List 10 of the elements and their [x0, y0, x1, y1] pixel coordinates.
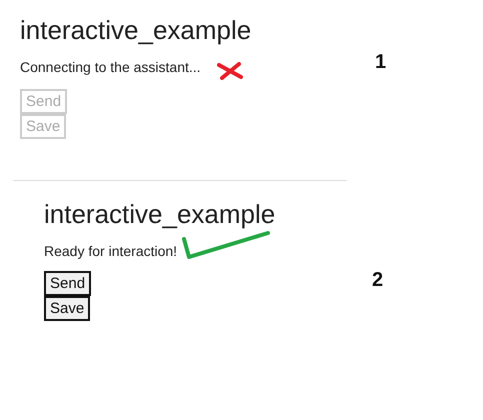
- status-text: Ready for interaction!: [44, 243, 178, 259]
- step-number: 2: [372, 269, 384, 293]
- check-icon: [181, 229, 272, 261]
- cross-icon: [216, 62, 243, 80]
- step-number: 1: [375, 51, 386, 75]
- page-title: interactive_example: [20, 15, 252, 45]
- page-title: interactive_example: [44, 199, 276, 229]
- action-button[interactable]: Save: [44, 296, 90, 321]
- action-button[interactable]: Send: [44, 271, 92, 296]
- status-text: Connecting to the assistant...: [20, 59, 201, 75]
